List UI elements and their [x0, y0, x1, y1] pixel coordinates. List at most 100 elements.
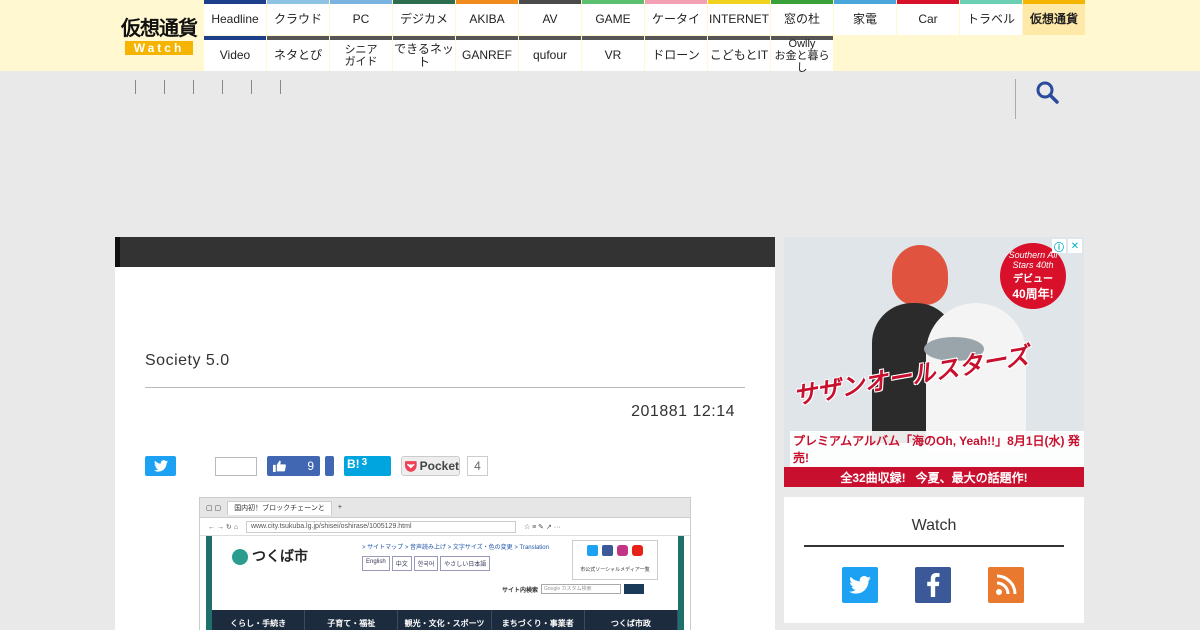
- nav-item[interactable]: シニア ガイド: [330, 36, 392, 71]
- article-title: Society 5.0: [145, 352, 230, 369]
- site-top-links: > サイトマップ > 音声読み上げ > 文字サイズ・色の変更 > Transla…: [362, 545, 549, 551]
- browser-url: www.city.tsukuba.lg.jp/shisei/oshirase/1…: [245, 520, 516, 533]
- facebook-like-button[interactable]: 9: [267, 456, 320, 476]
- facebook-count: 9: [307, 459, 314, 473]
- social-caption: 市公式ソーシャルメディア一覧: [580, 567, 650, 573]
- language-link: やさしい日本語: [440, 556, 491, 571]
- nav-item[interactable]: Video: [204, 36, 266, 71]
- thumbs-up-icon: [273, 460, 286, 472]
- pocket-button[interactable]: Pocket: [401, 456, 460, 476]
- site-search-go: [624, 584, 645, 594]
- language-link: English: [362, 556, 390, 571]
- hatena-count: 3: [361, 457, 368, 468]
- facebook-icon: [602, 545, 613, 556]
- follow-widget: Watch: [784, 497, 1084, 623]
- article-header-bar: [115, 237, 775, 267]
- site-search: サイト内検索 Google カスタム検索: [502, 584, 645, 594]
- sub-nav-item[interactable]: [164, 80, 193, 94]
- nav-item[interactable]: デジカメ: [393, 0, 455, 35]
- nav-item[interactable]: できるネット: [393, 36, 455, 71]
- article-image[interactable]: ▢ ▢ 国内初！ブロックチェーンと + ← → ↻ ⌂ www.city.tsu…: [199, 497, 691, 630]
- ad-footer-b: 今夏、最大の話題作!: [915, 470, 1028, 485]
- ad-info-icon[interactable]: ⓘ: [1052, 239, 1066, 254]
- ad-badge-years: 40周年!: [1012, 287, 1054, 301]
- site-logo[interactable]: 仮想通貨 Watch: [115, 0, 203, 71]
- advertisement[interactable]: Southern All Stars 40th デビュー 40周年! ⓘ ✕ サ…: [784, 237, 1084, 487]
- tweet-button[interactable]: [145, 456, 176, 476]
- article-date: 201881 12:14: [631, 403, 735, 420]
- nav-row-secondary: Video ネタとぴ シニア ガイド できるネット GANREF qufour VR ドローン…: [204, 36, 1086, 74]
- rss-icon: [996, 574, 1017, 595]
- ad-controls: ⓘ ✕: [1052, 239, 1082, 254]
- ad-badge-line: デビュー: [1013, 274, 1053, 285]
- site-menu-item: くらし・手続き: [212, 610, 306, 630]
- nav-item[interactable]: INTERNET: [708, 0, 770, 35]
- nav-arrows-icon: ← → ↻ ⌂: [208, 523, 238, 531]
- nav-item[interactable]: VR: [582, 36, 644, 71]
- city-emblem-icon: [232, 549, 248, 565]
- search-button[interactable]: [1034, 79, 1062, 107]
- nav-item[interactable]: GAME: [582, 0, 644, 35]
- facebook-icon: [927, 573, 940, 597]
- new-tab-icon: +: [337, 504, 342, 511]
- widget-title: Watch: [804, 517, 1064, 547]
- nav-item[interactable]: こどもとIT: [708, 36, 770, 71]
- nav-item[interactable]: AV: [519, 0, 581, 35]
- nav-item[interactable]: Headline: [204, 0, 266, 35]
- facebook-follow-button[interactable]: [915, 567, 951, 603]
- sub-nav-item[interactable]: [135, 80, 164, 94]
- tsukuba-logo: つくば市: [232, 546, 308, 566]
- browser-tab: 国内初！ブロックチェーンと: [227, 500, 332, 515]
- browser-actions-icon: ☆ ≡ ✎ ↗ ···: [523, 523, 561, 531]
- site-search-label: サイト内検索: [502, 587, 539, 594]
- nav-item[interactable]: クラウド: [267, 0, 329, 35]
- logo-text: 仮想通貨: [121, 15, 198, 40]
- nav-item[interactable]: トラベル: [960, 0, 1022, 35]
- pocket-count: 4: [467, 456, 488, 476]
- search-divider: [1015, 79, 1016, 119]
- title-divider: [145, 387, 745, 388]
- article: Society 5.0 201881 12:14 9 B! 3 Pocket 4…: [115, 237, 775, 630]
- site-menu-item: 子育て・福祉: [305, 610, 399, 630]
- tsukuba-name: つくば市: [252, 549, 308, 565]
- nav-item[interactable]: Owlly お金と暮らし: [771, 36, 833, 74]
- browser-tabbar: ▢ ▢ 国内初！ブロックチェーンと +: [200, 498, 690, 518]
- nav-item[interactable]: 窓の杜: [771, 0, 833, 35]
- site-search-box: Google カスタム検索: [541, 584, 622, 594]
- nav-item[interactable]: ドローン: [645, 36, 707, 71]
- twitter-icon: [153, 460, 168, 472]
- instagram-icon: [617, 545, 628, 556]
- rss-button[interactable]: [988, 567, 1024, 603]
- twitter-follow-button[interactable]: [842, 567, 878, 603]
- sub-nav-item[interactable]: [251, 80, 280, 94]
- hatena-bookmark-button[interactable]: B! 3: [344, 456, 391, 476]
- widget-icons: [842, 567, 1024, 603]
- tsukuba-site: つくば市 > サイトマップ > 音声読み上げ > 文字サイズ・色の変更 > Tr…: [206, 536, 684, 630]
- nav-item[interactable]: ケータイ: [645, 0, 707, 35]
- browser-urlbar: ← → ↻ ⌂ www.city.tsukuba.lg.jp/shisei/os…: [200, 518, 690, 536]
- nav-item[interactable]: GANREF: [456, 36, 518, 71]
- search-icon: [1036, 81, 1059, 104]
- ad-close-icon[interactable]: ✕: [1068, 239, 1082, 253]
- ad-footer: 全32曲収録! 今夏、最大の話題作!: [784, 467, 1084, 487]
- nav-item[interactable]: qufour: [519, 36, 581, 71]
- nav-item[interactable]: PC: [330, 0, 392, 35]
- sub-nav-item[interactable]: [280, 80, 309, 94]
- nav-item[interactable]: 家電: [834, 0, 896, 35]
- nav-item[interactable]: AKIBA: [456, 0, 518, 35]
- pocket-label: Pocket: [419, 459, 459, 473]
- hatena-icon: B!: [347, 457, 360, 471]
- nav-item[interactable]: Car: [897, 0, 959, 35]
- pocket-icon: [405, 460, 417, 472]
- facebook-share-button[interactable]: [325, 456, 334, 476]
- sub-nav-item[interactable]: [193, 80, 222, 94]
- site-menu-item: つくば市政: [585, 610, 679, 630]
- sub-nav-item[interactable]: [222, 80, 251, 94]
- language-links: English 中文 한국어 やさしい日本語: [362, 556, 491, 571]
- site-menu-item: まちづくり・事業者: [492, 610, 585, 630]
- twitter-icon: [849, 576, 871, 594]
- nav-item[interactable]: 仮想通貨: [1023, 0, 1085, 35]
- twitter-icon: [587, 545, 598, 556]
- nav-item[interactable]: ネタとぴ: [267, 36, 329, 71]
- language-link: 中文: [391, 556, 412, 571]
